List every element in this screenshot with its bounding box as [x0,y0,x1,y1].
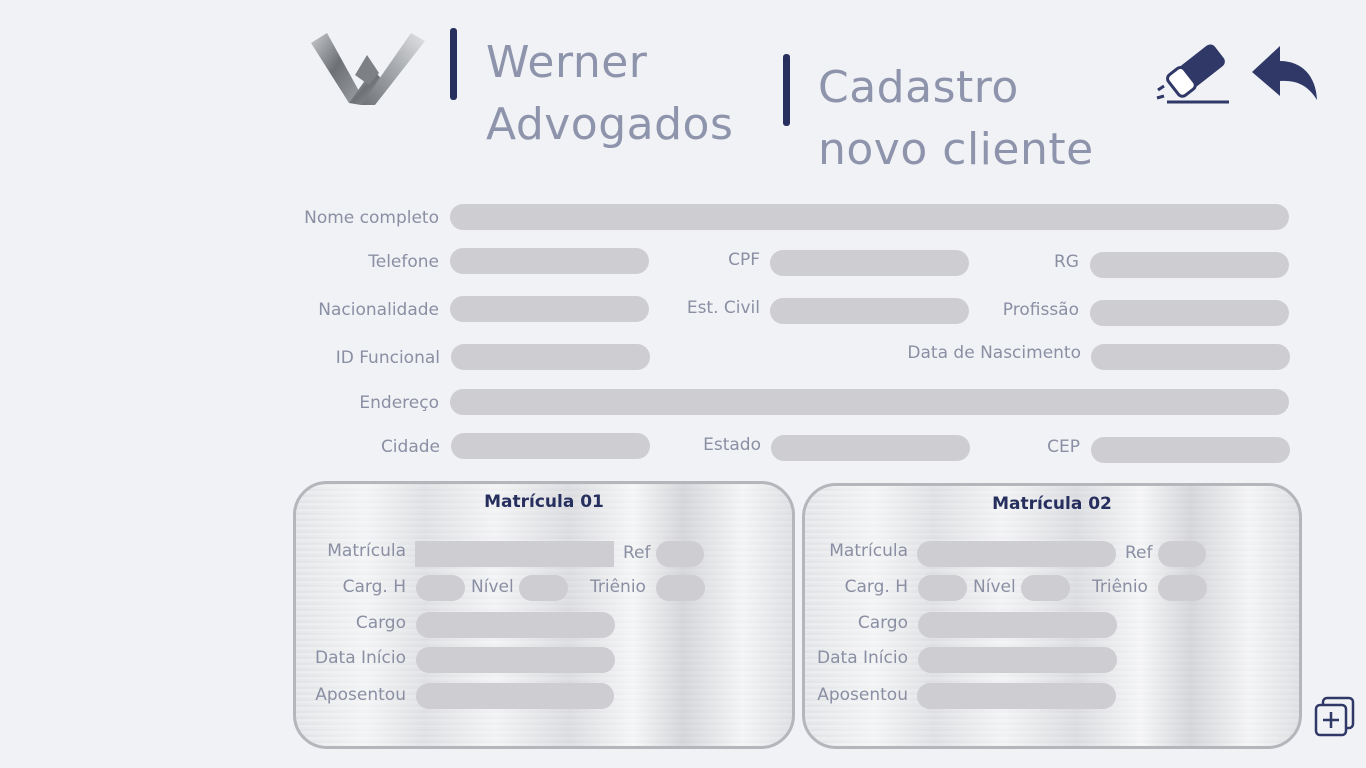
m2-matricula-input[interactable] [917,541,1116,567]
m2-cargo-input[interactable] [918,612,1117,638]
eraser-icon [1156,44,1229,104]
back-button[interactable] [1250,44,1320,102]
label-cidade: Cidade [380,437,440,457]
nome-completo-input[interactable] [450,204,1289,230]
id-funcional-input[interactable] [451,344,650,370]
brand-name: Werner Advogados [486,32,733,156]
label-data-nascimento: Data de Nascimento [907,343,1081,363]
m1-carg-h-input[interactable] [416,575,465,601]
m1-matricula-input[interactable] [415,541,614,567]
m1-nivel-input[interactable] [519,575,568,601]
m2-label-ref: Ref [1125,543,1153,563]
title-divider [783,54,790,126]
m2-aposentou-input[interactable] [917,683,1116,709]
brand-line2: Advogados [486,99,734,150]
m2-label-aposentou: Aposentou [817,685,908,705]
m2-label-carg-h: Carg. H [844,577,908,597]
m2-ref-input[interactable] [1158,541,1206,567]
matricula-02-title: Matrícula 02 [992,494,1112,514]
m1-label-ref: Ref [623,543,651,563]
page-title-line2: novo cliente [818,124,1094,175]
add-copy-icon [1314,696,1355,737]
label-nome-completo: Nome completo [304,208,439,228]
label-cep: CEP [1047,437,1080,457]
m2-carg-h-input[interactable] [918,575,967,601]
m2-nivel-input[interactable] [1021,575,1070,601]
label-telefone: Telefone [368,252,439,272]
m1-aposentou-input[interactable] [416,683,614,709]
cidade-input[interactable] [451,433,650,459]
m2-label-trienio: Triênio [1092,577,1148,597]
m1-trienio-input[interactable] [656,575,705,601]
label-endereco: Endereço [359,393,439,413]
page-title-line1: Cadastro [818,62,1019,113]
m1-cargo-input[interactable] [416,612,615,638]
label-est-civil: Est. Civil [686,298,760,318]
matricula-01-title: Matrícula 01 [484,492,604,512]
nacionalidade-input[interactable] [450,296,649,322]
werner-logo [311,33,425,105]
brand-line1: Werner [486,37,648,88]
label-nacionalidade: Nacionalidade [318,300,439,320]
m1-label-data-inicio: Data Início [315,648,406,668]
m2-label-nivel: Nível [973,577,1016,597]
m2-trienio-input[interactable] [1158,575,1207,601]
label-cpf: CPF [728,250,760,270]
m1-label-cargo: Cargo [355,613,406,633]
m1-label-nivel: Nível [471,577,514,597]
add-matricula-button[interactable] [1313,695,1357,739]
back-arrow-icon [1252,46,1317,100]
label-id-funcional: ID Funcional [335,348,440,368]
brand-divider [450,28,457,100]
est-civil-input[interactable] [770,298,969,324]
m1-label-aposentou: Aposentou [315,685,406,705]
profissao-input[interactable] [1090,300,1289,326]
cpf-input[interactable] [770,250,969,276]
m1-data-inicio-input[interactable] [416,647,615,673]
data-nascimento-input[interactable] [1091,344,1290,370]
m1-label-carg-h: Carg. H [342,577,406,597]
endereco-input[interactable] [450,389,1289,415]
label-profissao: Profissão [1002,300,1079,320]
clear-form-button[interactable] [1155,40,1233,106]
m2-data-inicio-input[interactable] [918,647,1117,673]
cep-input[interactable] [1091,437,1290,463]
label-rg: RG [1054,252,1079,272]
rg-input[interactable] [1090,252,1289,278]
label-estado: Estado [703,435,761,455]
m1-ref-input[interactable] [656,541,704,567]
m2-label-cargo: Cargo [857,613,908,633]
m1-label-matricula: Matrícula [327,541,406,561]
telefone-input[interactable] [450,248,649,274]
m2-label-matricula: Matrícula [829,541,908,561]
m2-label-data-inicio: Data Início [817,648,908,668]
m1-label-trienio: Triênio [590,577,646,597]
page-title: Cadastro novo cliente [818,57,1094,181]
estado-input[interactable] [771,435,970,461]
